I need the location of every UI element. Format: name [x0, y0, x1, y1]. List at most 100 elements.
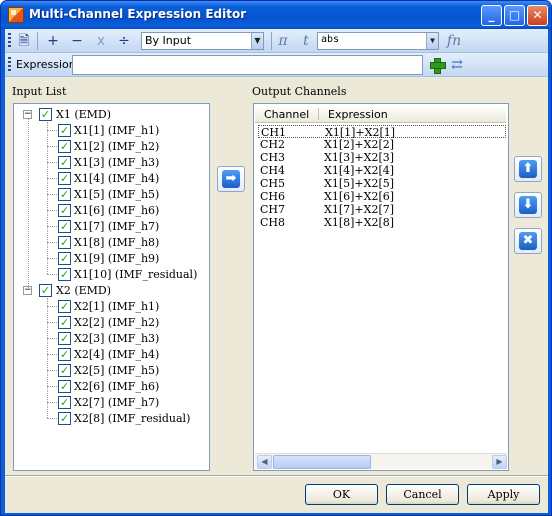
- chevron-down-icon[interactable]: ▼: [251, 33, 263, 49]
- horizontal-scrollbar[interactable]: ◀ ▶: [255, 453, 507, 469]
- tree-connector: [47, 258, 57, 259]
- item-checkbox[interactable]: ✓: [58, 172, 71, 185]
- channel-row[interactable]: CH6 X1[6]+X2[6]: [258, 190, 506, 203]
- title-bar[interactable]: Multi-Channel Expression Editor _ □ ✕: [1, 1, 551, 29]
- divide-op-button[interactable]: ÷: [116, 33, 132, 49]
- channel-row[interactable]: CH7 X1[7]+X2[7]: [258, 203, 506, 216]
- channel-expression: X1[7]+X2[7]: [324, 203, 395, 216]
- channel-row[interactable]: CH8 X1[8]+X2[8]: [258, 216, 506, 229]
- channel-expression: X1[3]+X2[3]: [324, 151, 395, 164]
- column-header-expression[interactable]: Expression: [328, 108, 388, 121]
- tree-item-row[interactable]: ✓ X2[1] (IMF_h1): [14, 298, 209, 314]
- expression-toolbar: Expression ⇄: [5, 53, 548, 77]
- item-checkbox[interactable]: ✓: [58, 236, 71, 249]
- item-checkbox[interactable]: ✓: [58, 348, 71, 361]
- channel-name: CH8: [260, 216, 286, 229]
- tree-item-row[interactable]: ✓ X2[2] (IMF_h2): [14, 314, 209, 330]
- tree-item-row[interactable]: ✓ X1[7] (IMF_h7): [14, 218, 209, 234]
- item-checkbox[interactable]: ✓: [58, 300, 71, 313]
- item-checkbox[interactable]: ✓: [58, 268, 71, 281]
- delete-channel-button[interactable]: ✖: [514, 228, 542, 254]
- close-button[interactable]: ✕: [527, 5, 548, 26]
- item-checkbox[interactable]: ✓: [58, 124, 71, 137]
- tree-item-row[interactable]: ✓ X1[5] (IMF_h5): [14, 186, 209, 202]
- tree-item-row[interactable]: ✓ X2[5] (IMF_h5): [14, 362, 209, 378]
- scroll-left-icon[interactable]: ◀: [257, 455, 272, 469]
- tree-item-row[interactable]: ✓ X1[2] (IMF_h2): [14, 138, 209, 154]
- mode-select[interactable]: By Input ▼: [141, 32, 264, 50]
- tree-connector: [47, 386, 57, 387]
- tree-connector: [47, 298, 48, 418]
- group-checkbox[interactable]: ✓: [39, 284, 52, 297]
- item-checkbox[interactable]: ✓: [58, 252, 71, 265]
- function-select[interactable]: abs ▼: [317, 32, 439, 50]
- tree-connector: [28, 118, 29, 288]
- tree-group-label: X2 (EMD): [56, 284, 112, 297]
- item-checkbox[interactable]: ✓: [58, 188, 71, 201]
- output-channels-list[interactable]: Channel Expression CH1 X1[1]+X2[1] CH2 X1[2…: [253, 103, 509, 471]
- notes-icon[interactable]: 🗎: [16, 33, 32, 49]
- chevron-down-icon[interactable]: ▼: [426, 33, 438, 49]
- channel-row[interactable]: CH3 X1[3]+X2[3]: [258, 151, 506, 164]
- column-divider[interactable]: [318, 108, 319, 120]
- transfer-button[interactable]: ➡: [217, 166, 245, 192]
- tree-group-row[interactable]: − ✓ X1 (EMD): [14, 106, 209, 122]
- item-checkbox[interactable]: ✓: [58, 204, 71, 217]
- apply-button[interactable]: Apply: [467, 484, 540, 505]
- insert-function-button[interactable]: fn: [444, 33, 464, 49]
- tree-item-row[interactable]: ✓ X2[7] (IMF_h7): [14, 394, 209, 410]
- arrow-up-icon: ⬆: [519, 160, 537, 178]
- toolbar-grip-icon[interactable]: [8, 33, 11, 49]
- tree-item-row[interactable]: ✓ X1[3] (IMF_h3): [14, 154, 209, 170]
- item-checkbox[interactable]: ✓: [58, 220, 71, 233]
- time-variable-button[interactable]: t: [298, 33, 314, 49]
- tree-item-row[interactable]: ✓ X1[10] (IMF_residual): [14, 266, 209, 282]
- tree-item-row[interactable]: ✓ X1[8] (IMF_h8): [14, 234, 209, 250]
- channel-row[interactable]: CH2 X1[2]+X2[2]: [258, 138, 506, 151]
- channel-row[interactable]: CH1 X1[1]+X2[1]: [258, 125, 506, 139]
- tree-item-row[interactable]: ✓ X2[8] (IMF_residual): [14, 410, 209, 426]
- tree-group-row[interactable]: − ✓ X2 (EMD): [14, 282, 209, 298]
- move-down-button[interactable]: ⬇: [514, 192, 542, 218]
- item-checkbox[interactable]: ✓: [58, 396, 71, 409]
- item-checkbox[interactable]: ✓: [58, 380, 71, 393]
- move-up-button[interactable]: ⬆: [514, 156, 542, 182]
- scroll-right-icon[interactable]: ▶: [492, 455, 507, 469]
- tree-item-row[interactable]: ✓ X1[1] (IMF_h1): [14, 122, 209, 138]
- tree-item-row[interactable]: ✓ X1[6] (IMF_h6): [14, 202, 209, 218]
- item-checkbox[interactable]: ✓: [58, 316, 71, 329]
- group-checkbox[interactable]: ✓: [39, 108, 52, 121]
- input-list-tree[interactable]: − ✓ X1 (EMD) ✓ X1[1] (IMF_h1) ✓ X1[2] (IMF_h2)…: [13, 103, 210, 471]
- tree-item-row[interactable]: ✓ X2[4] (IMF_h4): [14, 346, 209, 362]
- item-checkbox[interactable]: ✓: [58, 332, 71, 345]
- item-checkbox[interactable]: ✓: [58, 364, 71, 377]
- multiply-op-button[interactable]: x: [93, 33, 109, 49]
- maximize-button[interactable]: □: [504, 5, 525, 26]
- minimize-button[interactable]: _: [481, 5, 502, 26]
- tree-item-row[interactable]: ✓ X2[6] (IMF_h6): [14, 378, 209, 394]
- add-op-button[interactable]: +: [45, 33, 61, 49]
- tree-item-row[interactable]: ✓ X2[3] (IMF_h3): [14, 330, 209, 346]
- item-checkbox[interactable]: ✓: [58, 156, 71, 169]
- tree-item-label: X1[9] (IMF_h9): [74, 252, 160, 265]
- subtract-op-button[interactable]: −: [69, 33, 85, 49]
- tree-item-row[interactable]: ✓ X1[4] (IMF_h4): [14, 170, 209, 186]
- input-list-label: Input List: [12, 85, 67, 98]
- column-header-channel[interactable]: Channel: [264, 108, 309, 121]
- tree-connector: [47, 274, 57, 275]
- channel-row[interactable]: CH4 X1[4]+X2[4]: [258, 164, 506, 177]
- ok-button[interactable]: OK: [305, 484, 378, 505]
- add-channel-icon[interactable]: [429, 57, 446, 74]
- tree-item-row[interactable]: ✓ X1[9] (IMF_h9): [14, 250, 209, 266]
- item-checkbox[interactable]: ✓: [58, 140, 71, 153]
- scrollbar-thumb[interactable]: [273, 455, 371, 469]
- channel-row[interactable]: CH5 X1[5]+X2[5]: [258, 177, 506, 190]
- replace-channel-icon[interactable]: ⇄: [449, 57, 465, 73]
- item-checkbox[interactable]: ✓: [58, 412, 71, 425]
- toolbar-grip-icon[interactable]: [8, 57, 11, 73]
- cancel-button[interactable]: Cancel: [386, 484, 459, 505]
- dialog-client-area: 🗎 + − x ÷ By Input ▼ π t abs ▼ fn Expres…: [5, 29, 548, 513]
- arrow-right-icon: ➡: [222, 170, 240, 188]
- pi-button[interactable]: π: [275, 33, 291, 49]
- expression-input[interactable]: [72, 55, 423, 75]
